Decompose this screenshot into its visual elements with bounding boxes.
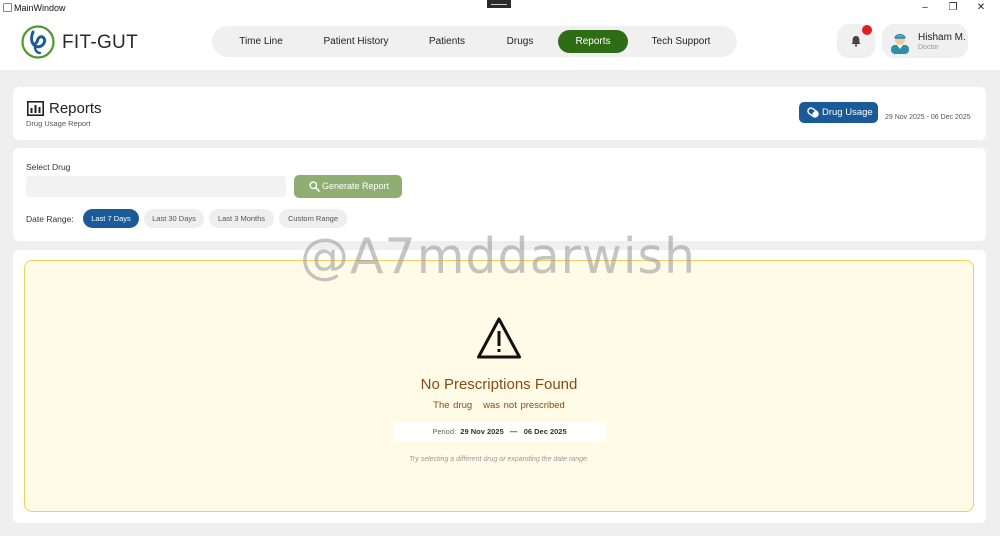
no-results-panel: No Prescriptions Found The drug was not … — [24, 260, 974, 512]
nav-tech-support[interactable]: Tech Support — [640, 30, 722, 53]
range-last-30-days[interactable]: Last 30 Days — [144, 209, 204, 228]
range-last-3-months[interactable]: Last 3 Months — [209, 209, 274, 228]
window-handle[interactable] — [487, 0, 511, 8]
doctor-avatar-icon — [891, 33, 909, 54]
restore-icon[interactable]: ❐ — [946, 1, 960, 14]
window-title: MainWindow — [14, 3, 66, 13]
generate-report-button-label: Generate Report — [322, 181, 390, 191]
pill-icon — [807, 107, 819, 118]
bar-chart-icon — [27, 101, 44, 116]
user-profile[interactable]: Hisham M. Doctor — [882, 24, 968, 58]
nav-patient-history[interactable]: Patient History — [312, 30, 400, 53]
app-header: FIT-GUT Time Line Patient History Patien… — [0, 15, 1000, 70]
range-custom[interactable]: Custom Range — [279, 209, 347, 228]
app-window-icon — [3, 3, 12, 12]
user-role: Doctor — [918, 44, 939, 51]
nav-drugs[interactable]: Drugs — [494, 30, 546, 53]
period-start: 29 Nov 2025 — [460, 427, 504, 436]
report-date-range: 29 Nov 2025 - 06 Dec 2025 — [885, 114, 971, 121]
search-icon — [309, 181, 320, 192]
no-results-title: No Prescriptions Found — [420, 376, 578, 393]
minimize-icon[interactable]: – — [918, 1, 932, 14]
user-name: Hisham M. — [918, 32, 966, 43]
no-results-hint: Try selecting a different drug or expand… — [409, 456, 589, 463]
drug-select-input[interactable] — [26, 176, 286, 197]
main-nav: Time Line Patient History Patients Drugs… — [212, 26, 737, 57]
period-summary: Period: 29 Nov 2025 — 06 Dec 2025 — [393, 422, 606, 442]
close-icon[interactable]: ✕ — [974, 1, 988, 14]
drug-usage-button[interactable]: Drug Usage — [799, 102, 878, 123]
nav-time-line[interactable]: Time Line — [228, 30, 294, 53]
bell-icon — [851, 36, 861, 47]
date-range-label: Date Range: — [26, 214, 74, 224]
select-drug-label: Select Drug — [26, 162, 71, 172]
window-titlebar: MainWindow – ❐ ✕ — [0, 0, 1000, 15]
report-result-card: No Prescriptions Found The drug was not … — [13, 250, 986, 523]
reports-header-card: Reports Drug Usage Report Drug Usage 29 … — [13, 87, 986, 140]
notification-badge — [862, 25, 872, 35]
period-end: 06 Dec 2025 — [523, 427, 567, 436]
no-results-message: The drug was not prescribed — [433, 400, 565, 411]
drug-usage-button-label: Drug Usage — [822, 107, 873, 118]
range-last-7-days[interactable]: Last 7 Days — [83, 209, 139, 228]
page-title: Reports — [49, 100, 102, 117]
fit-gut-logo-icon — [21, 25, 55, 59]
warning-icon — [477, 317, 521, 359]
period-label: Period: — [432, 427, 457, 436]
nav-patients[interactable]: Patients — [417, 30, 477, 53]
nav-reports[interactable]: Reports — [558, 30, 628, 53]
report-filter-card: Select Drug Generate Report Date Range: … — [13, 148, 986, 241]
period-separator: — — [509, 427, 518, 436]
page-subtitle: Drug Usage Report — [26, 119, 91, 128]
generate-report-button[interactable]: Generate Report — [294, 175, 402, 198]
brand-name: FIT-GUT — [62, 32, 138, 53]
